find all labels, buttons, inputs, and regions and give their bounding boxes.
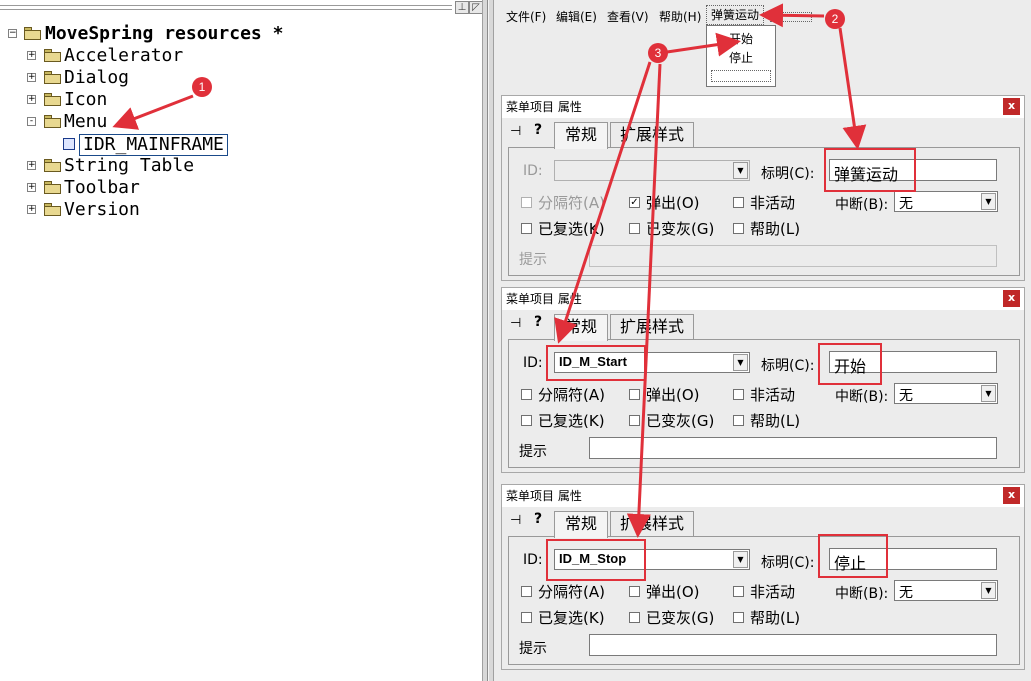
step-badge-2: 2	[825, 9, 845, 29]
arrow-3c	[626, 63, 662, 538]
arrow-1	[112, 94, 194, 130]
arrow-3a	[666, 32, 741, 57]
step-badge-3: 3	[648, 43, 668, 63]
annotation-arrows	[112, 3, 867, 538]
arrow-2a	[759, 3, 825, 28]
arrow-3b	[554, 61, 652, 344]
step-badge-1: 1	[192, 77, 212, 97]
arrow-2b	[838, 27, 867, 150]
